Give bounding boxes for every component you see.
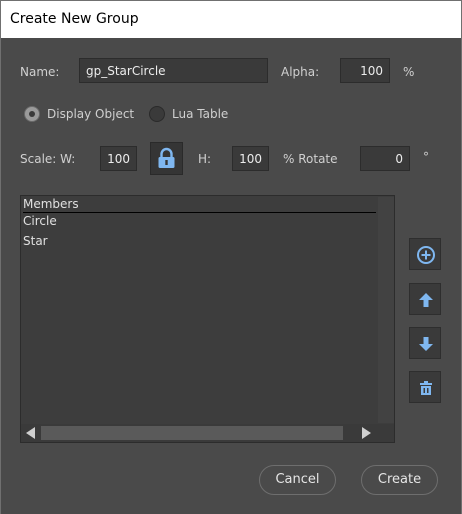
alpha-label: Alpha:: [281, 65, 320, 79]
vertical-scrollbar[interactable]: [378, 197, 394, 423]
alpha-unit: %: [403, 65, 415, 79]
lock-icon: [158, 147, 175, 168]
trash-icon: [420, 381, 432, 395]
list-item[interactable]: Star: [23, 234, 48, 248]
rotate-unit: °: [423, 150, 429, 164]
dialog-content: Name: Alpha: % Display Object Lua Table …: [1, 38, 461, 514]
lock-aspect-button[interactable]: [150, 142, 183, 175]
create-button[interactable]: Create: [361, 465, 438, 495]
rotate-input[interactable]: [360, 146, 410, 171]
members-list[interactable]: Members Circle Star: [20, 195, 395, 443]
members-header-label: Members: [23, 197, 79, 211]
move-down-button[interactable]: [409, 327, 441, 359]
horizontal-scrollbar[interactable]: [21, 424, 394, 442]
h-input[interactable]: [232, 146, 269, 171]
arrow-up-icon: [419, 293, 433, 307]
display-object-radio[interactable]: [24, 106, 40, 122]
h-label: H:: [198, 152, 212, 166]
arrow-down-icon: [419, 337, 433, 351]
name-input[interactable]: [79, 58, 268, 83]
move-up-button[interactable]: [409, 283, 441, 315]
create-group-dialog: Create New Group Name: Alpha: % Display …: [0, 0, 462, 514]
cancel-button[interactable]: Cancel: [259, 465, 336, 495]
lua-table-radio[interactable]: [149, 106, 165, 122]
add-member-button[interactable]: [409, 238, 441, 270]
title-bar: Create New Group: [1, 1, 461, 38]
display-object-label[interactable]: Display Object: [47, 107, 134, 121]
scale-w-label: Scale: W:: [20, 152, 76, 166]
scroll-right-arrow-icon[interactable]: [358, 424, 374, 442]
delete-member-button[interactable]: [409, 371, 441, 403]
lua-table-label[interactable]: Lua Table: [172, 107, 228, 121]
scale-w-input[interactable]: [100, 146, 137, 171]
rotate-label: % Rotate: [283, 152, 338, 166]
window-title: Create New Group: [10, 11, 139, 27]
scrollbar-thumb[interactable]: [41, 426, 343, 440]
members-header: Members: [23, 197, 376, 213]
list-item[interactable]: Circle: [23, 214, 57, 228]
alpha-input[interactable]: [340, 58, 390, 83]
plus-circle-icon: [417, 246, 435, 264]
scroll-left-arrow-icon[interactable]: [23, 424, 39, 442]
name-label: Name:: [20, 65, 60, 79]
